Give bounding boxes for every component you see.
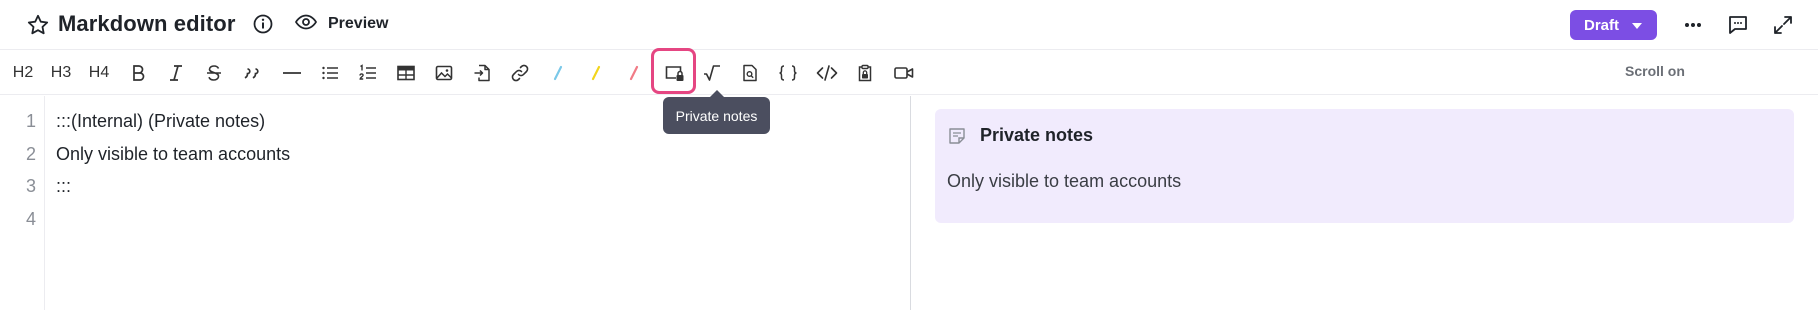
italic-icon — [170, 65, 182, 81]
code-icon — [816, 65, 838, 81]
strikethrough-icon — [207, 65, 221, 81]
clipboard-lock-icon — [858, 64, 872, 82]
quote-button[interactable] — [240, 61, 264, 85]
expand-icon[interactable] — [1771, 13, 1795, 37]
editor-line[interactable]: Only visible to team accounts — [56, 144, 290, 165]
braces-icon — [779, 65, 797, 81]
bullet-list-button[interactable] — [318, 61, 342, 85]
pane-divider[interactable] — [910, 96, 911, 310]
file-search-button[interactable] — [738, 61, 762, 85]
video-button[interactable] — [891, 61, 917, 85]
table-icon — [397, 65, 415, 81]
blue-highlighter-button[interactable] — [546, 61, 570, 85]
editor-line[interactable]: :::(Internal) (Private notes) — [56, 111, 265, 132]
code-block-button[interactable] — [776, 61, 800, 85]
inline-code-button[interactable] — [815, 61, 839, 85]
italic-button[interactable] — [164, 61, 188, 85]
file-import-button[interactable] — [470, 61, 494, 85]
formatting-toolbar: H2 H3 H4 Scroll on — [0, 51, 1818, 95]
bold-button[interactable] — [126, 61, 150, 85]
private-note-title: Private notes — [980, 125, 1094, 145]
line-number: 1 — [26, 111, 37, 131]
heading3-button[interactable]: H3 — [49, 61, 73, 85]
preview-label: Preview — [328, 15, 389, 32]
draft-label: Draft — [1583, 16, 1619, 34]
private-notes-tooltip: Private notes — [663, 90, 770, 134]
clipboard-lock-button[interactable] — [853, 61, 877, 85]
private-notes-highlight — [651, 48, 696, 94]
video-icon — [894, 67, 914, 79]
bold-icon — [133, 65, 145, 81]
red-marker-icon — [629, 65, 639, 81]
eye-icon — [294, 10, 318, 39]
blue-marker-icon — [553, 65, 563, 81]
square-root-icon — [704, 65, 720, 81]
image-button[interactable] — [432, 61, 456, 85]
chevron-down-icon — [1631, 17, 1643, 34]
file-import-icon — [474, 64, 490, 82]
file-search-icon — [743, 64, 757, 82]
editor-header: Markdown editor Preview Draft — [0, 0, 1818, 50]
editor-line[interactable]: ::: — [56, 176, 71, 197]
preview-button[interactable]: Preview — [294, 10, 388, 38]
line-number: 2 — [26, 144, 37, 164]
table-button[interactable] — [394, 61, 418, 85]
page-title: Markdown editor — [58, 11, 236, 36]
bullet-list-icon — [322, 66, 338, 80]
comment-icon[interactable] — [1726, 13, 1750, 37]
line-number: 3 — [26, 176, 37, 196]
link-button[interactable] — [508, 61, 532, 85]
yellow-marker-icon — [591, 65, 601, 81]
line-number: 4 — [26, 209, 37, 229]
sticky-note-icon — [947, 126, 967, 146]
numbered-list-icon — [359, 64, 376, 80]
red-highlighter-button[interactable] — [622, 61, 646, 85]
quote-icon — [244, 68, 259, 79]
heading2-button[interactable]: H2 — [11, 61, 35, 85]
numbered-list-button[interactable] — [356, 61, 380, 85]
line-number-gutter — [0, 96, 45, 310]
star-icon[interactable] — [26, 13, 50, 37]
private-note-callout: Private notes Only visible to team accou… — [935, 109, 1794, 223]
math-button[interactable] — [700, 61, 724, 85]
horizontal-rule-button[interactable] — [280, 61, 304, 85]
info-icon[interactable] — [252, 13, 274, 35]
more-icon[interactable] — [1681, 13, 1705, 37]
heading4-button[interactable]: H4 — [87, 61, 111, 85]
private-note-body: Only visible to team accounts — [947, 171, 1182, 191]
scroll-sync-toggle[interactable]: Scroll on — [1625, 63, 1685, 79]
image-icon — [435, 65, 453, 81]
draft-button[interactable]: Draft — [1570, 10, 1657, 40]
link-icon — [511, 64, 529, 82]
strikethrough-button[interactable] — [202, 61, 226, 85]
yellow-highlighter-button[interactable] — [584, 61, 608, 85]
horizontal-rule-icon — [283, 72, 301, 74]
